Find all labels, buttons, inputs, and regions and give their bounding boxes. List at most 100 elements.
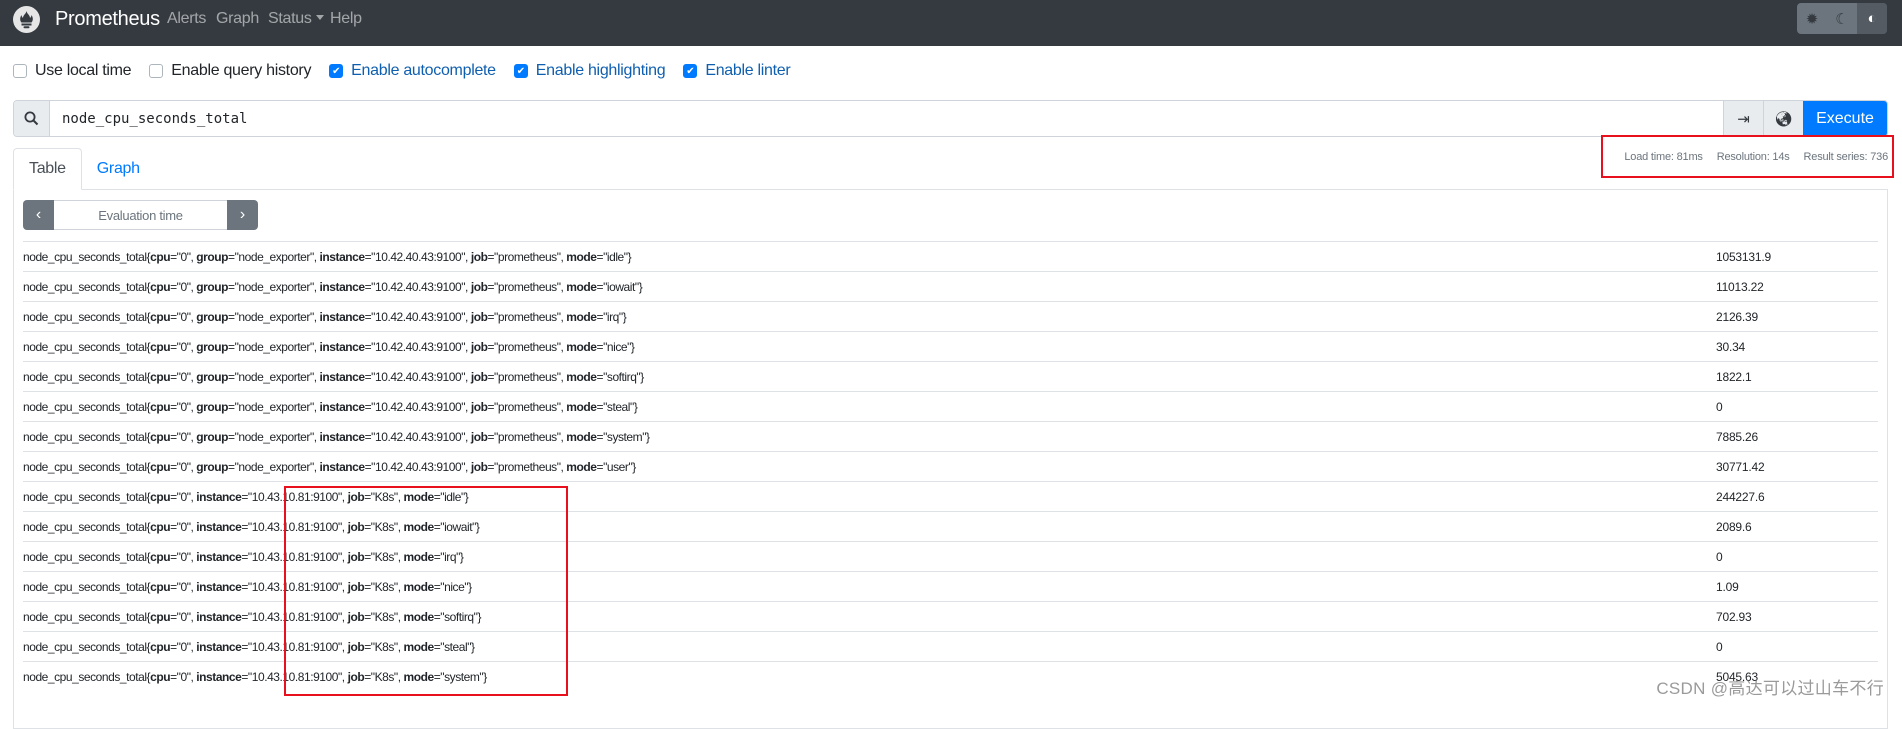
checkbox[interactable]: ✔ — [513, 64, 528, 78]
label-key: group — [196, 339, 229, 354]
option-0[interactable]: Use local time — [13, 62, 132, 80]
table-row: node_cpu_seconds_total{cpu="0", group="n… — [23, 391, 1878, 421]
label-value: system — [606, 429, 643, 444]
metric-name: node_cpu_seconds_total — [23, 279, 147, 294]
table-row: node_cpu_seconds_total{cpu="0", group="n… — [23, 451, 1878, 481]
label-value: 0 — [180, 459, 187, 474]
label-key: job — [470, 429, 488, 444]
evaluation-time-input[interactable]: Evaluation time — [54, 200, 227, 230]
metrics-explorer-button[interactable]: 🌏︎ — [1763, 101, 1803, 136]
nav-status[interactable]: Status — [268, 10, 324, 28]
option-label: Use local time — [35, 62, 132, 79]
nav-alerts[interactable]: Alerts — [167, 10, 206, 28]
option-label: Enable query history — [171, 62, 312, 79]
prometheus-logo-icon[interactable] — [13, 6, 40, 33]
label-key: mode — [566, 249, 597, 264]
contrast-icon[interactable]: ◐ — [1857, 3, 1887, 34]
watermark: CSDN @高达可以过山车不行 — [1656, 679, 1884, 698]
expression-input[interactable] — [50, 101, 1723, 136]
caret-down-icon — [315, 15, 324, 20]
series-label: node_cpu_seconds_total{cpu="0", group="n… — [23, 459, 636, 474]
nav-help[interactable]: Help — [330, 10, 362, 28]
option-3[interactable]: ✔ Enable highlighting — [513, 62, 666, 80]
label-value: iowait — [606, 279, 635, 294]
label-key: instance — [319, 249, 366, 264]
series-label: node_cpu_seconds_total{cpu="0", instance… — [23, 609, 481, 624]
option-2[interactable]: ✔ Enable autocomplete — [329, 62, 496, 80]
series-value: 11013.22 — [1716, 279, 1764, 294]
checkbox[interactable]: ✔ — [683, 64, 698, 78]
label-key: cpu — [150, 309, 171, 324]
metric-name: node_cpu_seconds_total — [23, 249, 147, 264]
label-key: instance — [319, 309, 366, 324]
label-key: group — [196, 279, 229, 294]
label-value: prometheus — [497, 399, 557, 414]
label-key: instance — [196, 489, 242, 504]
label-key: cpu — [150, 519, 171, 534]
chevron-right-icon[interactable]: › — [227, 200, 258, 230]
sun-icon[interactable]: ✹ — [1797, 3, 1827, 34]
label-key: group — [196, 399, 229, 414]
series-value: 2089.6 — [1716, 519, 1752, 534]
label-key: cpu — [150, 609, 171, 624]
chevron-left-icon[interactable]: ‹ — [23, 200, 54, 230]
series-value: 7885.26 — [1716, 429, 1758, 444]
metric-name: node_cpu_seconds_total — [23, 489, 147, 504]
theme-toggle: ✹ ☾ ◐ — [1797, 3, 1887, 34]
execute-button[interactable]: Execute — [1803, 101, 1887, 136]
metric-name: node_cpu_seconds_total — [23, 369, 147, 384]
label-key: instance — [319, 369, 366, 384]
label-value: 0 — [180, 279, 187, 294]
label-value: 10.42.40.43:9100 — [375, 249, 462, 264]
series-value: 2126.39 — [1716, 309, 1758, 324]
label-key: cpu — [150, 339, 171, 354]
label-value: 0 — [180, 609, 187, 624]
series-label: node_cpu_seconds_total{cpu="0", group="n… — [23, 249, 632, 264]
metric-name: node_cpu_seconds_total — [23, 519, 147, 534]
label-key: cpu — [150, 369, 171, 384]
annotation-box-stats — [1601, 135, 1894, 178]
metric-name: node_cpu_seconds_total — [23, 579, 147, 594]
label-key: mode — [566, 399, 597, 414]
annotation-box-k8s — [284, 486, 568, 696]
label-value: 10.42.40.43:9100 — [375, 369, 462, 384]
table-row: node_cpu_seconds_total{cpu="0", group="n… — [23, 331, 1878, 361]
label-value: 0 — [180, 249, 187, 264]
tab-table[interactable]: Table — [13, 148, 82, 190]
label-value: 0 — [180, 579, 187, 594]
format-expression-button[interactable]: ⇥ — [1723, 101, 1763, 136]
label-key: group — [196, 249, 229, 264]
label-value: steal — [606, 399, 631, 414]
label-value: idle — [606, 249, 624, 264]
label-key: instance — [196, 609, 242, 624]
checkbox[interactable] — [149, 64, 164, 78]
option-1[interactable]: Enable query history — [149, 62, 311, 80]
nav-graph[interactable]: Graph — [216, 10, 259, 28]
label-key: cpu — [150, 549, 171, 564]
label-value: 0 — [180, 339, 187, 354]
label-key: cpu — [150, 279, 171, 294]
label-key: job — [470, 369, 488, 384]
checkbox[interactable]: ✔ — [329, 64, 344, 78]
option-4[interactable]: ✔ Enable linter — [683, 62, 791, 80]
checkbox[interactable] — [13, 64, 27, 78]
label-key: group — [196, 429, 229, 444]
label-value: prometheus — [497, 309, 557, 324]
tab-graph[interactable]: Graph — [82, 148, 155, 190]
label-key: job — [470, 459, 488, 474]
query-bar: ⇥ 🌏︎ Execute — [13, 100, 1888, 137]
label-value: node_exporter — [238, 279, 310, 294]
navbar: Prometheus Alerts Graph Status Help ✹ ☾ … — [0, 0, 1902, 46]
result-tabs: Table Graph — [13, 148, 155, 190]
label-key: job — [470, 339, 488, 354]
globe-icon: 🌏︎ — [1773, 110, 1794, 128]
label-value: node_exporter — [238, 399, 310, 414]
series-label: node_cpu_seconds_total{cpu="0", group="n… — [23, 279, 643, 294]
series-label: node_cpu_seconds_total{cpu="0", instance… — [23, 489, 469, 504]
label-key: mode — [566, 309, 597, 324]
moon-icon[interactable]: ☾ — [1827, 3, 1857, 34]
label-key: cpu — [150, 249, 171, 264]
label-value: 0 — [180, 399, 187, 414]
brand[interactable]: Prometheus — [55, 8, 160, 31]
series-label: node_cpu_seconds_total{cpu="0", instance… — [23, 639, 475, 654]
